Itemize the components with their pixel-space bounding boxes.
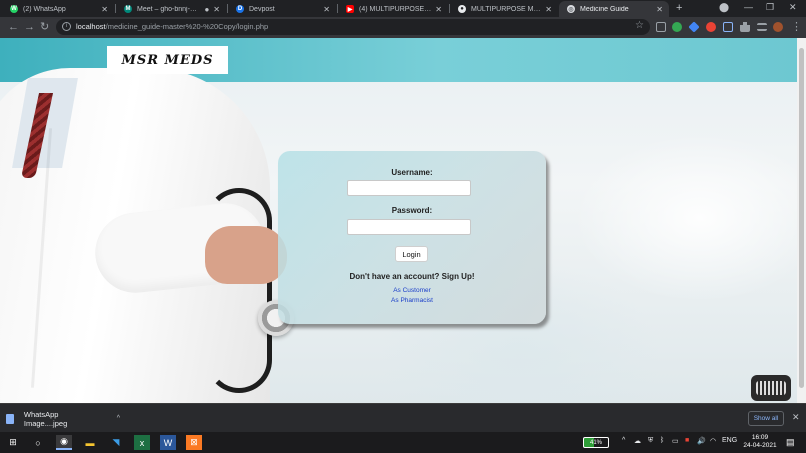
language-indicator[interactable]: ENG [722,437,737,444]
chrome-taskbar-icon[interactable]: ◉ [56,435,72,450]
recording-dot-icon: ● [204,4,210,14]
tab-medicine-guide[interactable]: ◎ Medicine Guide ✕ [559,1,669,17]
url-host: localhost [76,22,106,31]
profile-avatar[interactable] [773,22,783,32]
password-label: Password: [391,206,433,215]
address-bar[interactable]: i localhost/medicine_guide-master%20-%20… [56,19,650,35]
wifi-icon[interactable]: ◠ [710,437,716,445]
browser-toolbar: ← → ↻ i localhost/medicine_guide-master%… [0,17,806,38]
close-shelf-icon[interactable]: ✕ [792,412,800,423]
extension-grid-icon[interactable] [723,22,733,32]
defender-icon[interactable]: ⛨ [648,437,653,445]
floating-widget-icon[interactable] [751,375,791,401]
volume-icon[interactable]: 🔊 [697,437,706,445]
widget-bars-icon [756,381,786,395]
globe-icon: ◎ [567,5,575,13]
meet-icon: M [124,5,132,13]
reading-list-icon[interactable] [757,23,767,31]
menu-kebab-icon[interactable]: ⋮ [791,20,802,34]
site-info-icon[interactable]: i [62,22,71,31]
tab-youtube[interactable]: ▶ (4) MULTIPURPOSE MEDICI... ✕ [338,1,448,17]
excel-icon[interactable]: x [134,435,150,450]
xampp-icon[interactable]: ⊠ [186,435,202,450]
url-text[interactable]: localhost/medicine_guide-master%20-%20Co… [76,22,268,31]
grammarly-extension-icon[interactable] [672,22,682,32]
username-label: Username: [391,168,433,177]
extension-badge-icon[interactable] [706,22,716,32]
close-tab-icon[interactable]: ✕ [656,5,663,14]
youtube-icon: ▶ [346,5,354,13]
password-field[interactable] [347,219,471,235]
tab-label: (4) MULTIPURPOSE MEDICI... [359,5,431,13]
vscode-icon[interactable]: ◥ [108,435,124,450]
github-icon: ● [458,5,466,13]
scrollbar-thumb[interactable] [799,48,804,388]
close-tab-icon[interactable]: ✕ [545,5,552,14]
clock-date: 24-04-2021 [743,442,777,449]
clock-time: 16:09 [751,434,769,441]
doctor-hand-image [205,226,287,284]
page-scrollbar[interactable] [797,38,806,403]
close-tab-icon[interactable]: ✕ [435,5,442,14]
forward-button[interactable]: → [24,20,35,34]
screenshot-extension-icon[interactable] [656,22,666,32]
tab-label: Meet – gho-bnnj-dgn [137,5,201,13]
login-panel: Username: Password: Login Don't have an … [278,151,546,324]
devpost-icon: D [236,5,244,13]
tab-label: MULTIPURPOSE MEDICINE... [471,5,541,13]
download-shelf: WhatsApp Image....jpeg ^ Show all ✕ [0,403,806,432]
close-tab-icon[interactable]: ✕ [323,5,330,14]
url-path: /medicine_guide-master%20-%20Copy/login.… [105,22,269,31]
tab-github[interactable]: ● MULTIPURPOSE MEDICINE... ✕ [450,1,558,17]
battery-indicator[interactable]: 41% [583,437,609,448]
as-pharmacist-link[interactable]: As Pharmacist [278,297,546,304]
word-icon[interactable]: W [160,435,176,450]
chevron-up-icon[interactable]: ^ [117,415,120,422]
screen: W (2) WhatsApp ✕ M Meet – gho-bnnj-dgn ●… [0,0,806,453]
download-file-name: WhatsApp Image....jpeg [23,409,68,428]
site-logo[interactable]: MSR MEDS [107,46,228,74]
extensions-puzzle-icon[interactable] [740,22,750,32]
battery-tray-icon[interactable]: ▭ [672,437,679,445]
signup-prompt: Don't have an account? Sign Up! [349,272,475,281]
file-explorer-icon[interactable]: ▬ [82,435,98,450]
show-hidden-icons-icon[interactable]: ^ [622,437,625,444]
tab-label: Medicine Guide [580,5,629,13]
new-tab-button[interactable]: + [676,2,682,14]
search-circle-icon[interactable]: ○ [30,435,46,450]
tab-label: (2) WhatsApp [23,5,66,13]
bookmark-star-icon[interactable]: ☆ [635,20,644,31]
back-button[interactable]: ← [8,20,19,34]
show-all-button[interactable]: Show all [748,411,784,426]
login-button[interactable]: Login [395,246,428,262]
windows-taskbar: ⊞ ○ ◉ ▬ ◥ x W ⊠ 41% ^ ☁ ⛨ ᛒ ▭ ■ 🔊 ◠ ENG … [0,432,806,453]
profile-dot-icon[interactable]: ⬤ [719,2,729,13]
tab-meet[interactable]: M Meet – gho-bnnj-dgn ● ✕ [116,1,226,17]
minimize-button[interactable]: — [744,2,753,12]
clock[interactable]: 16:09 24-04-2021 [742,434,778,450]
windows-start-icon[interactable]: ⊞ [5,435,21,450]
tab-label: Devpost [249,5,275,13]
extension-diamond-icon[interactable] [688,21,700,33]
reload-button[interactable]: ↻ [40,20,49,34]
app-tray-icon[interactable]: ■ [685,437,689,444]
download-item[interactable]: WhatsApp Image....jpeg ^ [6,409,120,428]
tab-devpost[interactable]: D Devpost ✕ [228,1,336,17]
as-customer-link[interactable]: As Customer [278,287,546,294]
close-tab-icon[interactable]: ✕ [213,5,220,14]
onedrive-icon[interactable]: ☁ [634,437,641,445]
username-field[interactable] [347,180,471,196]
web-page: MSR MEDS Username: Password: Login Don't… [0,38,797,403]
tab-strip: W (2) WhatsApp ✕ M Meet – gho-bnnj-dgn ●… [0,0,806,17]
close-tab-icon[interactable]: ✕ [101,5,108,14]
close-window-button[interactable]: ✕ [789,2,797,13]
image-file-icon [6,413,14,424]
bluetooth-icon[interactable]: ᛒ [660,437,664,444]
notification-icon[interactable]: ▤ [786,437,795,448]
whatsapp-icon: W [10,5,18,13]
restore-button[interactable]: ❐ [766,2,774,13]
tab-whatsapp[interactable]: W (2) WhatsApp ✕ [2,1,114,17]
